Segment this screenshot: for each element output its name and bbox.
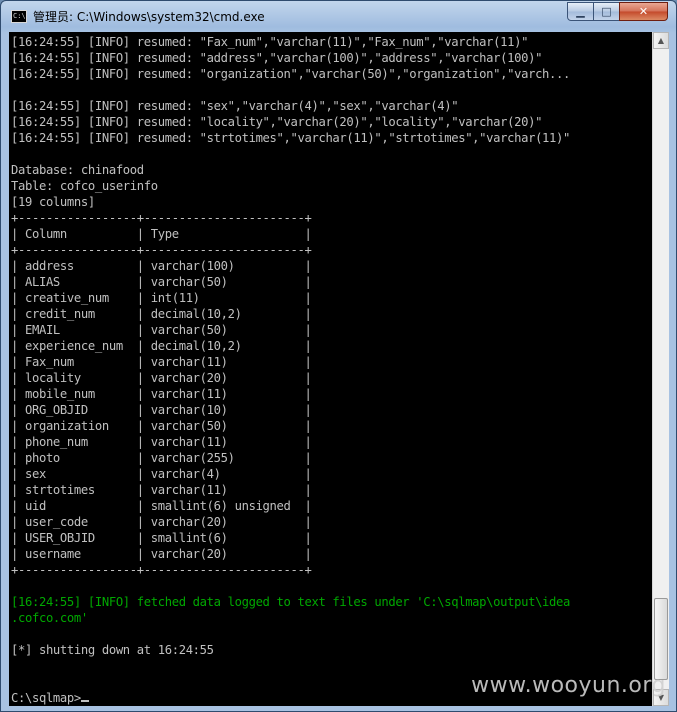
console-line: +-----------------+---------------------… xyxy=(11,211,312,225)
console-line: | phone_num | varchar(11) | xyxy=(11,435,312,449)
console-line: | user_code | varchar(20) | xyxy=(11,515,312,529)
console-line: [16:24:55] [INFO] resumed: "locality","v… xyxy=(11,115,543,129)
maximize-button[interactable]: □ xyxy=(593,2,620,21)
console-line: | uid | smallint(6) unsigned | xyxy=(11,499,312,513)
cmd-window: C:\ 管理员: C:\Windows\system32\cmd.exe ▁ □… xyxy=(0,0,677,712)
console-line: | locality | varchar(20) | xyxy=(11,371,312,385)
console-line: | address | varchar(100) | xyxy=(11,259,312,273)
vertical-scrollbar[interactable]: ▲ ▼ xyxy=(652,32,669,706)
console-line: | ORG_OBJID | varchar(10) | xyxy=(11,403,312,417)
cmd-app-icon[interactable]: C:\ xyxy=(11,10,27,23)
window-title: 管理员: C:\Windows\system32\cmd.exe xyxy=(33,10,265,24)
console-line: [16:24:55] [INFO] resumed: "organization… xyxy=(11,67,571,81)
text-cursor xyxy=(80,700,89,702)
console-line: | creative_num | int(11) | xyxy=(11,291,312,305)
console-line: +-----------------+---------------------… xyxy=(11,243,312,257)
console-line: [16:24:55] [INFO] resumed: "address","va… xyxy=(11,51,543,65)
console-line: [16:24:55] [INFO] fetched data logged to… xyxy=(11,595,571,609)
console-line: | EMAIL | varchar(50) | xyxy=(11,323,312,337)
console-line: Table: cofco_userinfo xyxy=(11,179,158,193)
console-line: [16:24:55] [INFO] resumed: "strtotimes",… xyxy=(11,131,571,145)
console-line: | USER_OBJID | smallint(6) | xyxy=(11,531,312,545)
close-button[interactable]: ✕ xyxy=(619,2,668,21)
console-line: | credit_num | decimal(10,2) | xyxy=(11,307,312,321)
console-line: [16:24:55] [INFO] resumed: "sex","varcha… xyxy=(11,99,459,113)
scrollbar-thumb[interactable] xyxy=(654,598,668,680)
console-line: | photo | varchar(255) | xyxy=(11,451,312,465)
console-line: [*] shutting down at 16:24:55 xyxy=(11,643,214,657)
console-line: [16:24:55] [INFO] resumed: "Fax_num","va… xyxy=(11,35,529,49)
console-text: [16:24:55] [INFO] resumed: "Fax_num","va… xyxy=(11,34,570,706)
console-line: | strtotimes | varchar(11) | xyxy=(11,483,312,497)
console-line: | Fax_num | varchar(11) | xyxy=(11,355,312,369)
scroll-up-arrow-icon[interactable]: ▲ xyxy=(653,32,669,49)
console-line: .cofco.com' xyxy=(11,611,88,625)
console-line: | username | varchar(20) | xyxy=(11,547,312,561)
console-line: | Column | Type | xyxy=(11,227,312,241)
minimize-button[interactable]: ▁ xyxy=(567,2,594,21)
console-line: Database: chinafood xyxy=(11,163,144,177)
console-line: | sex | varchar(4) | xyxy=(11,467,312,481)
console-line: | ALIAS | varchar(50) | xyxy=(11,275,312,289)
console-output-area[interactable]: [16:24:55] [INFO] resumed: "Fax_num","va… xyxy=(9,32,652,706)
console-line: [19 columns] xyxy=(11,195,95,209)
console-line: | mobile_num | varchar(11) | xyxy=(11,387,312,401)
console-line: | experience_num | decimal(10,2) | xyxy=(11,339,312,353)
console-line: | organization | varchar(50) | xyxy=(11,419,312,433)
title-bar[interactable]: C:\ 管理员: C:\Windows\system32\cmd.exe ▁ □… xyxy=(1,1,676,32)
console-line: +-----------------+---------------------… xyxy=(11,563,312,577)
watermark: www.wooyun.org xyxy=(471,673,666,698)
